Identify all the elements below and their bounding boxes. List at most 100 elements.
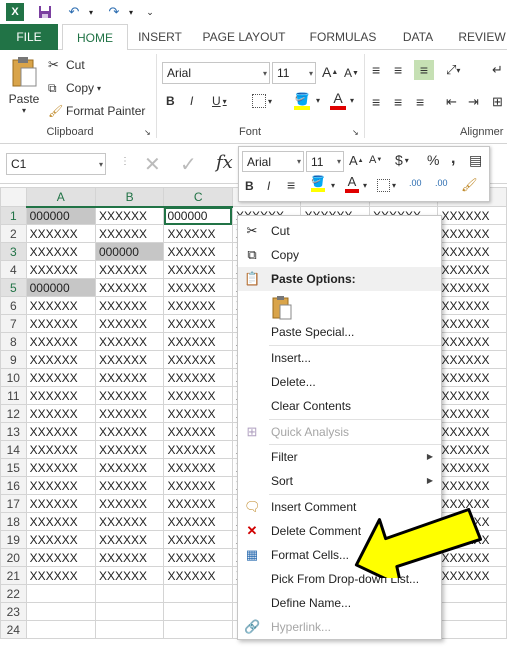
grid-cell[interactable]	[163, 620, 233, 639]
grid-cell[interactable]: XXXXXX	[94, 566, 165, 585]
grid-cell[interactable]: 000000	[25, 278, 96, 297]
menu-item-paste-special[interactable]: Paste Special...	[238, 320, 441, 344]
paste-button[interactable]: Paste ▾	[6, 56, 42, 120]
grid-cell[interactable]: XXXXXX	[163, 422, 233, 441]
column-header-b[interactable]: B	[94, 187, 165, 208]
row-header[interactable]: 18	[0, 512, 27, 531]
row-header[interactable]: 8	[0, 332, 27, 351]
redo-dropdown-icon[interactable]: ▾	[126, 3, 136, 21]
grid-cell[interactable]: XXXXXX	[94, 512, 165, 531]
underline-button[interactable]: U ▾	[212, 94, 227, 108]
column-header-a[interactable]: A	[25, 187, 96, 208]
clipboard-launcher-icon[interactable]: ↘	[144, 128, 151, 137]
grid-cell[interactable]: XXXXXX	[163, 512, 233, 531]
grid-cell[interactable]: XXXXXX	[163, 476, 233, 495]
mini-percent-button[interactable]: %	[427, 152, 439, 168]
grid-cell[interactable]	[437, 584, 507, 603]
mini-font-color-button[interactable]: A	[345, 174, 359, 193]
grid-cell[interactable]: XXXXXX	[163, 548, 233, 567]
select-all-corner[interactable]	[0, 187, 27, 207]
tab-formulas[interactable]: FORMULAS	[302, 24, 384, 50]
mini-format-painter-icon[interactable]: 🖌	[461, 177, 478, 193]
grid-cell[interactable]	[94, 620, 165, 639]
row-header[interactable]: 19	[0, 530, 27, 549]
mini-bold-button[interactable]: B	[245, 179, 254, 193]
grid-cell[interactable]: XXXXXX	[94, 368, 165, 387]
grid-cell[interactable]: XXXXXX	[25, 512, 96, 531]
grid-cell[interactable]: XXXXXX	[163, 368, 233, 387]
row-header[interactable]: 9	[0, 350, 27, 369]
font-color-button[interactable]: A	[330, 90, 346, 110]
row-header[interactable]: 1	[0, 206, 27, 225]
row-header[interactable]: 20	[0, 548, 27, 567]
grid-cell[interactable]: XXXXXX	[437, 260, 507, 279]
grid-cell[interactable]: XXXXXX	[163, 566, 233, 585]
grid-cell[interactable]	[25, 602, 96, 621]
grid-cell[interactable]: XXXXXX	[94, 332, 165, 351]
row-header[interactable]: 3	[0, 242, 27, 261]
row-header[interactable]: 10	[0, 368, 27, 387]
align-right-icon[interactable]: ≡	[416, 94, 424, 110]
row-header[interactable]: 2	[0, 224, 27, 243]
row-header[interactable]: 14	[0, 440, 27, 459]
grid-cell[interactable]: XXXXXX	[25, 458, 96, 477]
grid-cell[interactable]: XXXXXX	[25, 350, 96, 369]
mini-grow-font-button[interactable]: A ▲	[349, 153, 364, 168]
grid-cell[interactable]: XXXXXX	[437, 224, 507, 243]
row-header[interactable]: 16	[0, 476, 27, 495]
grid-cell[interactable]: XXXXXX	[94, 314, 165, 333]
grid-cell[interactable]: XXXXXX	[94, 530, 165, 549]
format-painter-button[interactable]: 🖌 Format Painter	[48, 102, 145, 120]
increase-indent-icon[interactable]: ⇥	[468, 94, 479, 110]
column-header-c[interactable]: C	[163, 187, 233, 208]
font-name-box[interactable]: Arial ▾	[162, 62, 270, 84]
mini-fill-color-button[interactable]: 🪣	[311, 175, 325, 192]
grid-cell[interactable]: XXXXXX	[25, 242, 96, 261]
tab-review[interactable]: REVIEW	[452, 24, 507, 50]
fill-color-button[interactable]: 🪣	[294, 92, 310, 110]
shrink-font-button[interactable]: A ▼	[344, 66, 359, 80]
italic-button[interactable]: I	[190, 94, 204, 108]
mini-font-size-box[interactable]: 11 ▾	[306, 151, 344, 172]
grid-cell[interactable]: XXXXXX	[437, 458, 507, 477]
undo-dropdown-icon[interactable]: ▾	[86, 3, 96, 21]
row-header[interactable]: 4	[0, 260, 27, 279]
grid-cell[interactable]: XXXXXX	[25, 224, 96, 243]
grid-cell[interactable]: XXXXXX	[437, 278, 507, 297]
grid-cell[interactable]: XXXXXX	[25, 422, 96, 441]
row-header[interactable]: 13	[0, 422, 27, 441]
tab-page-layout[interactable]: PAGE LAYOUT	[196, 24, 292, 50]
grid-cell[interactable]: XXXXXX	[437, 368, 507, 387]
grid-cell[interactable]	[25, 584, 96, 603]
mini-center-button[interactable]: ≡	[287, 177, 295, 193]
copy-button[interactable]: ⧉ Copy ▾	[48, 79, 101, 97]
grid-cell[interactable]: XXXXXX	[25, 440, 96, 459]
mini-shrink-font-button[interactable]: A ▼	[369, 154, 382, 166]
top-align-icon[interactable]: ≡	[372, 62, 380, 78]
grid-cell[interactable]: 000000	[25, 206, 96, 225]
row-header[interactable]: 17	[0, 494, 27, 513]
save-icon[interactable]	[36, 3, 54, 21]
grid-cell[interactable]	[437, 620, 507, 639]
menu-item-sort[interactable]: Sort ▶	[238, 469, 441, 493]
align-left-icon[interactable]: ≡	[372, 94, 380, 110]
grid-cell[interactable]: XXXXXX	[163, 278, 233, 297]
menu-item-filter[interactable]: Filter ▶	[238, 445, 441, 469]
font-size-box[interactable]: 11 ▾	[272, 62, 316, 84]
tab-file[interactable]: FILE	[0, 24, 58, 50]
borders-button[interactable]: ▾	[252, 94, 272, 108]
grid-cell[interactable]: XXXXXX	[437, 440, 507, 459]
grid-cell[interactable]: XXXXXX	[25, 332, 96, 351]
grid-cell[interactable]: XXXXXX	[437, 314, 507, 333]
mini-comma-button[interactable]: ,	[451, 150, 455, 168]
grid-cell[interactable]: XXXXXX	[94, 458, 165, 477]
grid-cell[interactable]: XXXXXX	[437, 350, 507, 369]
grid-cell[interactable]: XXXXXX	[25, 530, 96, 549]
grid-cell[interactable]: XXXXXX	[163, 350, 233, 369]
mini-italic-button[interactable]: I	[267, 179, 270, 193]
grid-cell[interactable]: XXXXXX	[163, 458, 233, 477]
font-color-dropdown-icon[interactable]: ▾	[350, 96, 354, 105]
grid-cell[interactable]: XXXXXX	[94, 260, 165, 279]
align-center-icon[interactable]: ≡	[394, 94, 402, 110]
grid-cell[interactable]: XXXXXX	[25, 566, 96, 585]
